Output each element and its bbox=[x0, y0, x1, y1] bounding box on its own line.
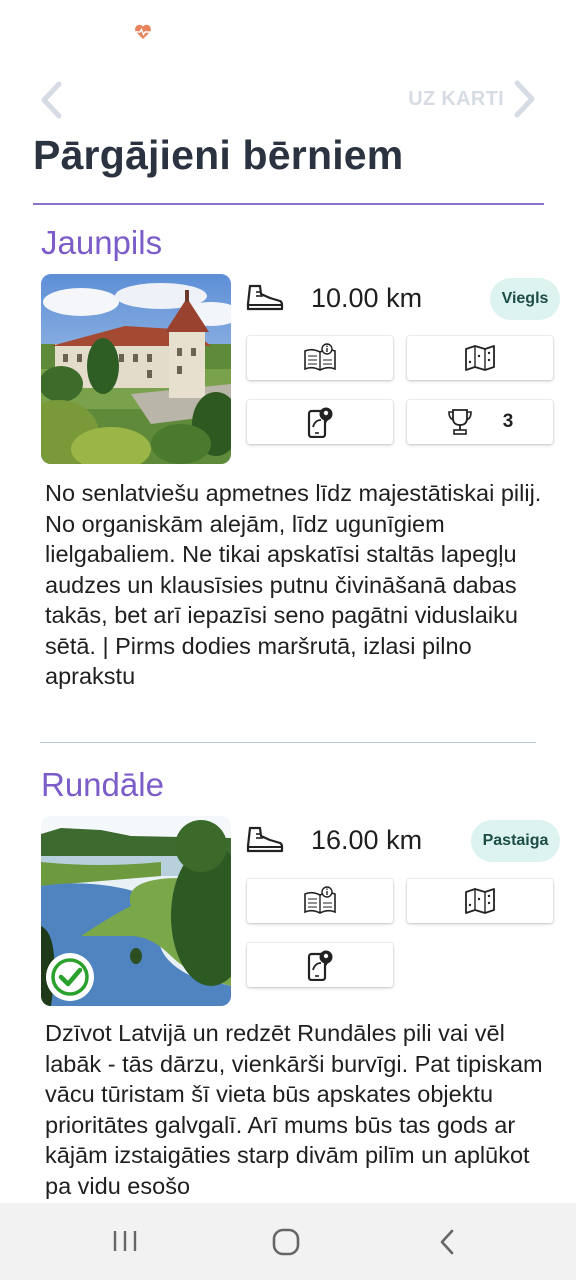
chevron-right-icon bbox=[514, 80, 535, 118]
route-photo-jaunpils[interactable] bbox=[41, 274, 231, 464]
navigate-button[interactable] bbox=[247, 943, 393, 987]
route-title[interactable]: Jaunpils bbox=[41, 224, 162, 262]
hiking-boot-icon bbox=[246, 284, 284, 311]
book-info-icon bbox=[304, 343, 336, 371]
system-nav-bar bbox=[0, 1203, 576, 1280]
back-icon[interactable] bbox=[437, 1227, 457, 1257]
navigate-button[interactable] bbox=[247, 400, 393, 444]
phone-location-icon bbox=[307, 950, 333, 981]
route-distance: 10.00 km bbox=[311, 283, 423, 313]
completed-badge bbox=[46, 953, 94, 1001]
title-divider bbox=[33, 203, 544, 205]
trophy-icon bbox=[447, 409, 472, 435]
route-photo-rundale[interactable] bbox=[41, 816, 231, 1006]
trophy-button[interactable]: 3 bbox=[407, 400, 553, 444]
description-button[interactable] bbox=[247, 336, 393, 380]
to-map-label: UZ KARTI bbox=[408, 87, 504, 110]
map-button[interactable] bbox=[407, 879, 553, 923]
chevron-left-icon[interactable] bbox=[34, 80, 68, 120]
castle-photo bbox=[41, 274, 231, 464]
page-title: Pārgājieni bērniem bbox=[33, 132, 404, 178]
recent-apps-icon[interactable] bbox=[112, 1227, 138, 1255]
check-circle-icon bbox=[51, 958, 89, 996]
route-description: Dzīvot Latvijā un redzēt Rundāles pili v… bbox=[45, 1020, 543, 1199]
difficulty-badge: Viegls bbox=[490, 278, 560, 320]
heart-pulse-icon bbox=[135, 24, 151, 39]
phone-location-icon bbox=[307, 407, 333, 438]
map-button[interactable] bbox=[407, 336, 553, 380]
book-info-icon bbox=[304, 886, 336, 914]
trophy-count: 3 bbox=[502, 411, 514, 432]
map-icon bbox=[465, 888, 495, 914]
hiking-boot-icon bbox=[246, 826, 284, 853]
to-map-button[interactable]: UZ KARTI bbox=[408, 76, 536, 122]
home-icon[interactable] bbox=[271, 1227, 301, 1257]
difficulty-badge: Pastaiga bbox=[471, 820, 560, 862]
route-distance: 16.00 km bbox=[311, 825, 423, 855]
route-title[interactable]: Rundāle bbox=[41, 766, 164, 804]
description-button[interactable] bbox=[247, 879, 393, 923]
map-icon bbox=[465, 345, 495, 371]
route-divider bbox=[40, 742, 536, 743]
route-description: No senlatviešu apmetnes līdz majestātisk… bbox=[45, 480, 542, 689]
